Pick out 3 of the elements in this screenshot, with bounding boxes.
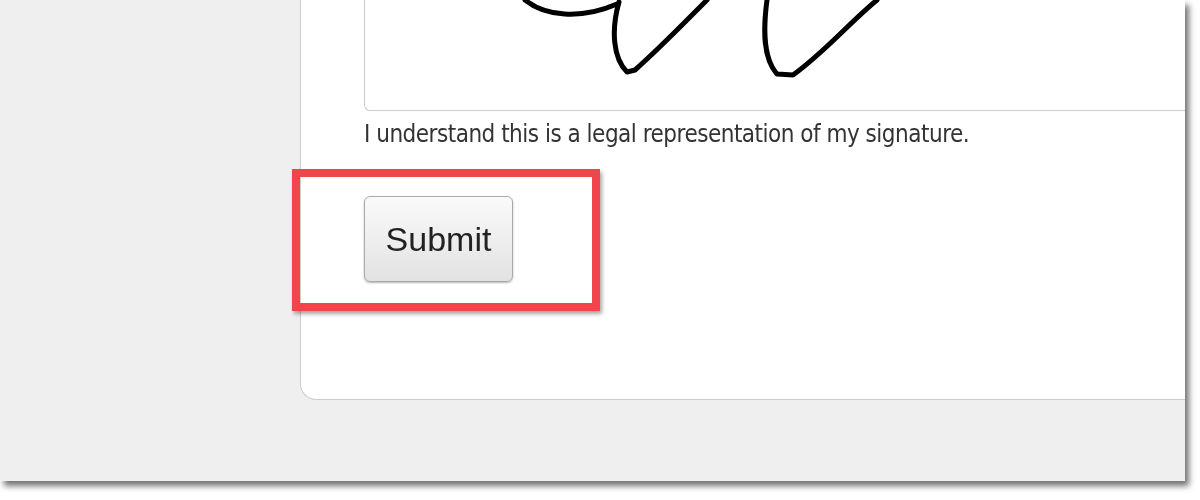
- submit-button[interactable]: Submit: [364, 196, 513, 282]
- signature-note: I understand this is a legal representation of my signature.: [364, 120, 971, 148]
- signature-pad[interactable]: [364, 0, 1185, 111]
